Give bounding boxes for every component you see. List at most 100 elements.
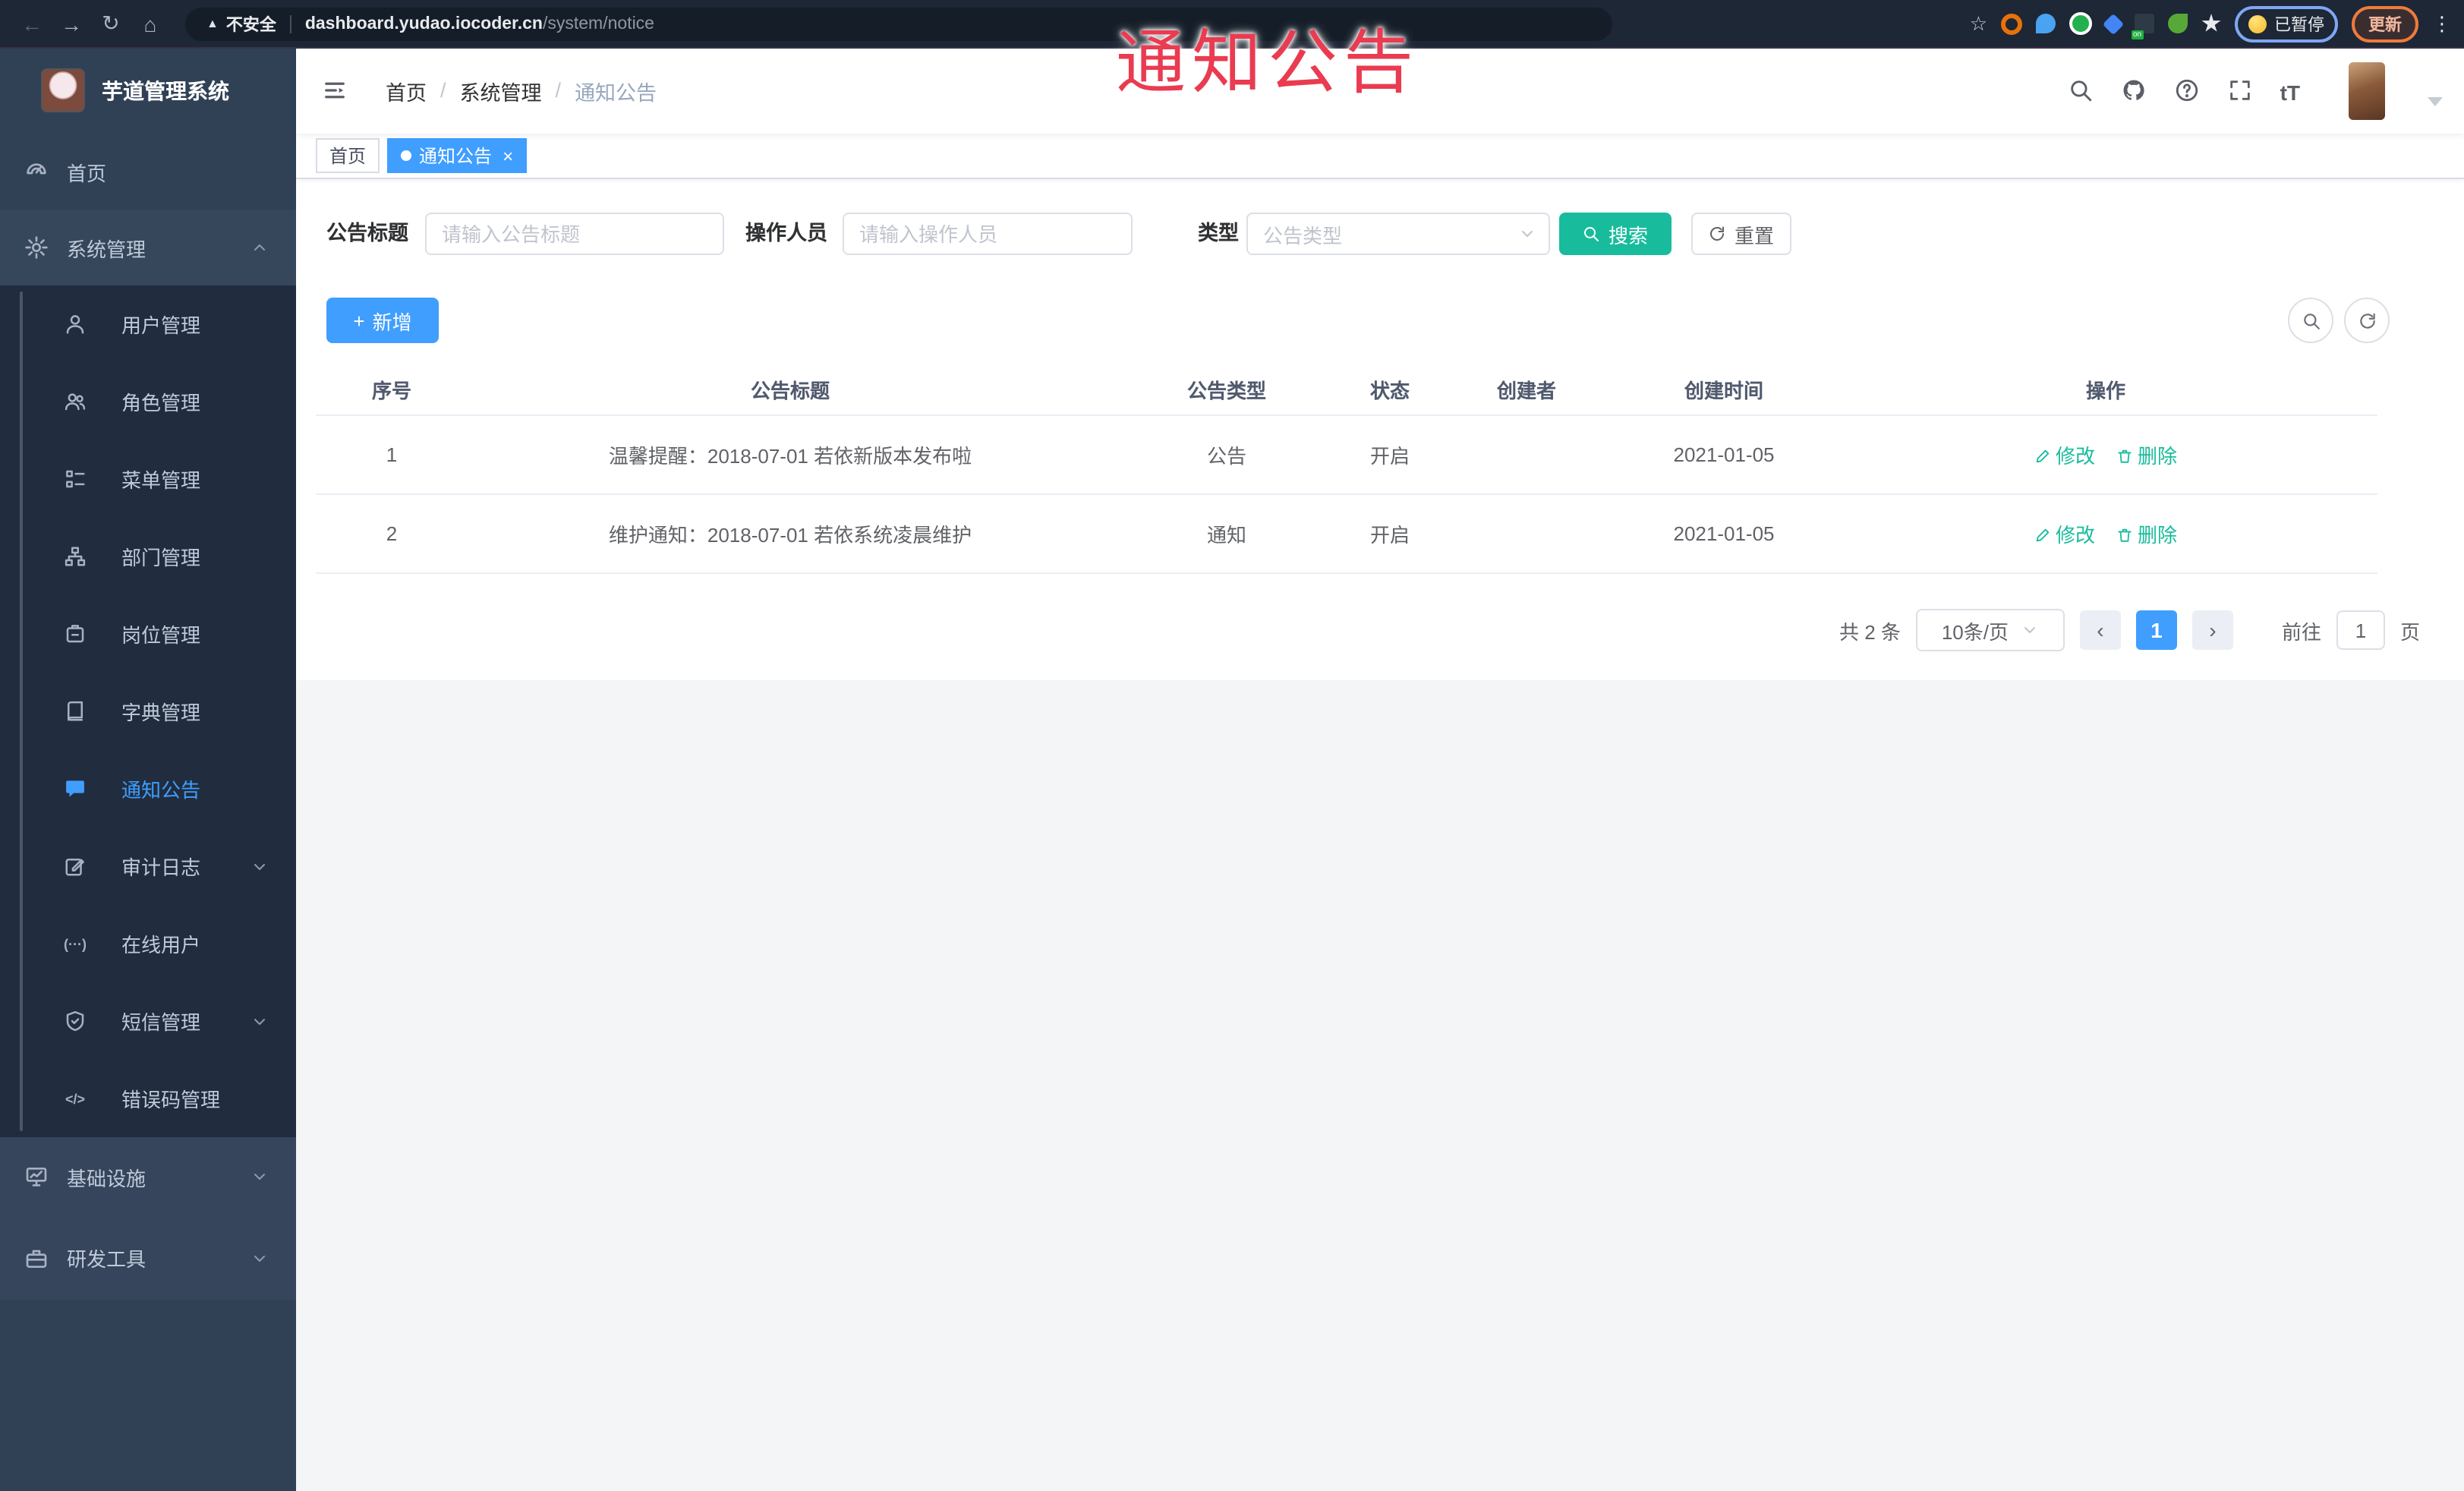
sidebar-item-infrastructure[interactable]: 基础设施 [0,1137,296,1216]
security-label: 不安全 [225,16,276,34]
sidebar-item-audit-log[interactable]: 审计日志 [0,827,296,905]
table-row[interactable]: 2 维护通知：2018-07-01 若依系统凌晨维护 通知 开启 2021-01… [316,495,2377,574]
sidebar-item-label: 通知公告 [121,779,201,802]
sidebar-item-online-users[interactable]: (···) 在线用户 [0,905,296,982]
col-header: 创建时间 [1684,380,1763,402]
user-avatar[interactable] [2349,61,2385,119]
tree-list-icon [64,468,87,490]
sidebar-item-error-codes[interactable]: </> 错误码管理 [0,1060,296,1137]
page-number-current[interactable]: 1 [2135,610,2177,650]
users-group-icon [64,390,87,413]
extension-orange-icon[interactable] [2001,13,2022,34]
screen: ← → ↻ ⌂ ▲ 不安全 dashboard.yudao.iocoder.cn… [0,0,2464,1491]
sidebar-item-dictionary[interactable]: 字典管理 [0,673,296,750]
sidebar-bottom-group: 基础设施 研发工具 [0,1137,296,1300]
cell-created: 2021-01-05 [1673,522,1775,545]
fullscreen-icon[interactable] [2227,77,2253,103]
extension-leaf-icon[interactable] [2168,14,2188,33]
chrome-update-button[interactable]: 更新 [2352,5,2418,42]
notice-title-input[interactable] [425,213,724,255]
system-submenu: 用户管理 角色管理 菜单管理 部门管理 岗位管理 字典管理 通知公告 审计日志 … [0,285,296,1137]
refresh-icon[interactable]: ↻ [91,11,131,36]
on-badge: on [2132,30,2144,39]
extension-green-icon[interactable] [2069,12,2092,35]
chevron-down-icon [1518,225,1536,243]
update-label: 更新 [2368,16,2402,34]
search-icon [2301,310,2321,330]
back-icon[interactable]: ← [12,11,52,36]
col-header: 操作 [2085,380,2125,402]
address-divider [289,14,291,33]
tab-label: 首页 [329,146,367,167]
delete-link[interactable]: 删除 [2116,440,2177,469]
refresh-table-button[interactable] [2344,298,2390,343]
reset-button[interactable]: 重置 [1691,213,1791,255]
col-header: 创建者 [1496,380,1556,402]
sidebar-item-label: 审计日志 [121,856,201,879]
profile-paused-pill[interactable]: 已暂停 [2235,5,2338,42]
toolbox-icon [24,1246,49,1270]
sidebar-item-home[interactable]: 首页 [0,134,296,210]
help-icon[interactable] [2174,77,2200,103]
edit-log-icon [64,855,87,878]
avatar-caret-down-icon[interactable] [2428,96,2443,106]
prev-page-button[interactable]: ‹ [2079,610,2121,650]
sidebar-item-label: 基础设施 [67,1167,147,1190]
edit-link[interactable]: 修改 [2034,440,2095,469]
monitor-icon [24,1165,49,1189]
refresh-icon [2357,310,2377,330]
next-page-button[interactable]: › [2191,610,2233,650]
edit-label: 修改 [2055,445,2095,468]
browser-actions: ☆ on 已暂停 更新 ⋮ [1970,5,2452,42]
sidebar-item-system[interactable]: 系统管理 [0,210,296,285]
app-logo-row[interactable]: 芋道管理系统 [0,47,296,134]
sidebar-item-label: 短信管理 [121,1011,201,1034]
bookmark-star-icon[interactable]: ☆ [1970,11,1987,36]
breadcrumb-home[interactable]: 首页 [386,75,427,106]
home-icon[interactable]: ⌂ [131,11,170,36]
tab-close-icon[interactable]: × [503,145,513,166]
sidebar-item-departments[interactable]: 部门管理 [0,518,296,595]
browser-menu-icon[interactable]: ⋮ [2432,11,2452,36]
search-button[interactable]: 搜索 [1559,213,1672,255]
extensions-puzzle-icon[interactable] [2201,14,2221,32]
sidebar-item-devtools[interactable]: 研发工具 [0,1216,296,1300]
sidebar-item-posts[interactable]: 岗位管理 [0,595,296,673]
breadcrumb-system[interactable]: 系统管理 [460,75,542,106]
add-button[interactable]: + 新增 [326,298,439,343]
edit-link[interactable]: 修改 [2034,519,2095,548]
table-row[interactable]: 1 温馨提醒：2018-07-01 若依新版本发布啦 公告 开启 2021-01… [316,416,2377,495]
overlay-annotation: 通知公告 [1116,23,1419,102]
sidebar-item-sms[interactable]: 短信管理 [0,982,296,1060]
paused-label: 已暂停 [2274,16,2324,34]
tab-notice-active[interactable]: 通知公告 × [387,138,528,173]
page-size-select[interactable]: 10条/页 [1915,609,2065,651]
font-size-icon[interactable]: tT [2280,77,2300,103]
shield-icon [64,1010,87,1032]
sidebar-item-roles[interactable]: 角色管理 [0,363,296,440]
sidebar-fold-icon[interactable] [322,79,348,102]
sidebar-item-notice[interactable]: 通知公告 [0,750,296,827]
extension-switch-icon[interactable]: on [2132,14,2154,39]
cell-no: 2 [386,522,398,545]
sidebar-item-label: 用户管理 [121,314,201,337]
extension-diamond-icon[interactable] [2102,12,2125,35]
url-domain: dashboard.yudao.iocoder.cn [304,14,543,33]
search-icon[interactable] [2068,77,2094,103]
operator-input[interactable] [843,213,1133,255]
sidebar-item-users[interactable]: 用户管理 [0,285,296,363]
sidebar-item-menus[interactable]: 菜单管理 [0,440,296,518]
forward-icon[interactable]: → [52,11,91,36]
select-placeholder: 公告类型 [1263,224,1343,247]
tab-home[interactable]: 首页 [316,138,380,173]
github-icon[interactable] [2121,77,2147,103]
delete-link[interactable]: 删除 [2116,519,2177,548]
app-title: 芋道管理系统 [102,78,229,102]
sidebar-item-label: 首页 [67,162,107,184]
notice-type-select[interactable]: 公告类型 [1246,213,1550,255]
chevron-down-icon [250,1168,269,1186]
toggle-search-button[interactable] [2288,298,2333,343]
goto-page-input[interactable] [2336,610,2385,650]
extension-blue-pin-icon[interactable] [2036,14,2056,33]
filter-title-label: 公告标题 [326,222,408,244]
